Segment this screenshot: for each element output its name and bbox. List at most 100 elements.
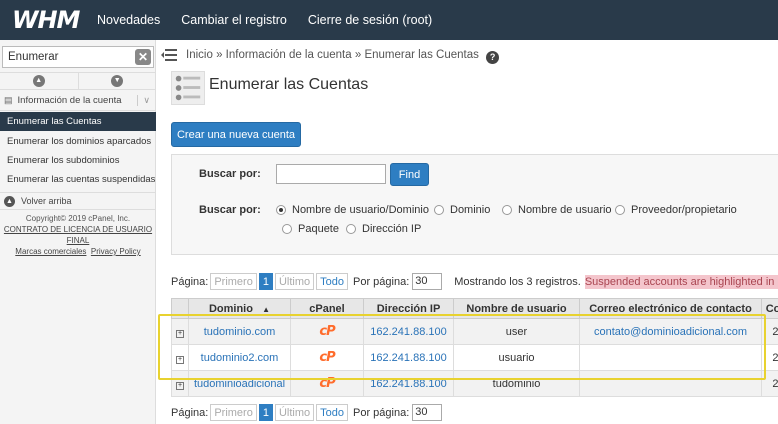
ip-link[interactable]: 162.241.88.100	[370, 352, 446, 364]
collapse-up-button[interactable]: ▲	[0, 73, 79, 89]
accounts-table: Dominio ▲ cPanel Dirección IP Nombre de …	[171, 298, 778, 397]
radio-package[interactable]: Paquete	[282, 223, 339, 235]
expand-icon[interactable]: +	[176, 329, 184, 338]
back-to-top-label: Volver arriba	[21, 196, 72, 206]
per-page-input[interactable]: 30	[412, 273, 443, 290]
nav-logout[interactable]: Cierre de sesión (root)	[308, 13, 432, 27]
radio-dot[interactable]	[282, 224, 292, 234]
menu-toggle-icon[interactable]	[161, 48, 177, 62]
pagination-label: Página:	[171, 406, 209, 419]
nav-novedades[interactable]: Novedades	[97, 13, 160, 27]
sidebar-search-input[interactable]	[3, 47, 128, 67]
username-cell: tudominio	[453, 370, 580, 397]
breadcrumb: Inicio » Información de la cuenta » Enum…	[186, 49, 500, 64]
breadcrumb-separator: »	[354, 49, 362, 61]
sidebar-footer: Copyright© 2019 cPanel, Inc. CONTRATO DE…	[0, 213, 156, 257]
nav-change-log[interactable]: Cambiar el registro	[181, 13, 287, 27]
col-domain[interactable]: Dominio ▲	[188, 298, 291, 319]
eula-link[interactable]: CONTRATO DE LICENCIA DE USUARIO FINAL	[4, 225, 152, 245]
username-cell: user	[453, 318, 580, 345]
help-icon[interactable]: ?	[486, 51, 500, 64]
radio-label: Dominio	[450, 204, 491, 216]
col-config[interactable]: Configu	[761, 298, 778, 319]
table-row: + tudominio2.com cP 162.241.88.100 usuar…	[171, 344, 778, 371]
search-label: Buscar por:	[199, 168, 261, 180]
sidebar-item-list-accounts[interactable]: Enumerar las Cuentas	[0, 112, 156, 131]
expand-icon[interactable]: +	[176, 381, 184, 390]
radio-label: Nombre de usuario/Dominio	[292, 204, 429, 216]
account-info-icon: ▤	[4, 95, 13, 105]
sort-asc-icon[interactable]: ▲	[262, 305, 270, 314]
clear-icon[interactable]: ✕	[135, 49, 151, 65]
sidebar-item-suspended-accounts[interactable]: Enumerar las cuentas suspendidas	[0, 170, 156, 189]
email-link[interactable]: contato@dominioadicional.com	[594, 326, 747, 338]
radio-dot[interactable]	[434, 205, 444, 215]
domain-link[interactable]: tudominio2.com	[201, 352, 279, 364]
collapse-down-button[interactable]: ▼	[79, 73, 157, 89]
page-all-button[interactable]: Todo	[316, 273, 348, 290]
radio-dot[interactable]	[276, 205, 286, 215]
arrow-up-icon: ▲	[4, 195, 15, 207]
radio-label: Paquete	[298, 223, 339, 235]
radio-username[interactable]: Nombre de usuario	[502, 204, 612, 216]
breadcrumb-home[interactable]: Inicio	[186, 49, 213, 61]
table-row: + tudominio.com cP 162.241.88.100 user c…	[171, 318, 778, 345]
top-navbar: WHM Novedades Cambiar el registro Cierre…	[0, 0, 778, 40]
privacy-policy-link[interactable]: Privacy Policy	[91, 247, 141, 256]
sidebar-section-account-info[interactable]: ▤ Información de la cuenta ∨	[0, 91, 156, 111]
pagination-top: Página: Primero 1 Último Todo Por página…	[171, 273, 778, 290]
sidebar-section-label: Información de la cuenta	[17, 95, 122, 106]
ip-link[interactable]: 162.241.88.100	[370, 378, 446, 390]
setup-date-cell: 2019-	[761, 318, 778, 345]
sidebar: ✕ ▲ ▼ ▤ Información de la cuenta ∨ Enume…	[0, 40, 156, 424]
pagination-label: Página:	[171, 275, 209, 288]
page-last-button[interactable]: Último	[274, 404, 315, 421]
radio-reseller-owner[interactable]: Proveedor/propietario	[615, 204, 737, 216]
page-first-button[interactable]: Primero	[210, 273, 257, 290]
breadcrumb-account-info[interactable]: Información de la cuenta	[226, 49, 352, 61]
page-last-button[interactable]: Último	[274, 273, 315, 290]
col-cpanel[interactable]: cPanel	[290, 298, 364, 319]
page-current-button[interactable]: 1	[258, 404, 273, 421]
whm-logo[interactable]: WHM	[12, 6, 97, 34]
cpanel-icon[interactable]: cP	[319, 376, 335, 391]
chevron-down-icon: ▼	[111, 75, 124, 87]
domain-link[interactable]: tudominio.com	[204, 326, 276, 338]
per-page-input[interactable]: 30	[412, 404, 443, 421]
col-domain-label: Dominio	[208, 302, 253, 315]
page-current-button[interactable]: 1	[258, 273, 273, 290]
per-page-label: Por página:	[352, 406, 410, 419]
search-query-input[interactable]	[276, 164, 386, 184]
radio-dot[interactable]	[615, 205, 625, 215]
sidebar-search: ✕	[2, 46, 154, 68]
page-all-button[interactable]: Todo	[316, 404, 348, 421]
radio-username-domain[interactable]: Nombre de usuario/Dominio	[276, 204, 429, 216]
radio-dot[interactable]	[346, 224, 356, 234]
sidebar-item-subdomains[interactable]: Enumerar los subdominios	[0, 151, 156, 170]
cpanel-icon[interactable]: cP	[319, 324, 335, 339]
radio-label: Nombre de usuario	[518, 204, 612, 216]
radio-ip-address[interactable]: Dirección IP	[346, 223, 421, 235]
back-to-top[interactable]: ▲ Volver arriba	[0, 192, 156, 210]
table-row: + tudominioadicional cP 162.241.88.100 t…	[171, 370, 778, 397]
radio-dot[interactable]	[502, 205, 512, 215]
radio-domain[interactable]: Dominio	[434, 204, 490, 216]
copyright-text: Copyright© 2019 cPanel, Inc.	[25, 214, 131, 223]
col-email[interactable]: Correo electrónico de contacto	[579, 298, 762, 319]
trademarks-link[interactable]: Marcas comerciales	[15, 247, 86, 256]
ip-link[interactable]: 162.241.88.100	[370, 326, 446, 338]
record-count: Mostrando los 3 registros.	[454, 275, 581, 288]
search-by-label: Buscar por:	[199, 204, 261, 216]
page-first-button[interactable]: Primero	[210, 404, 257, 421]
col-ip[interactable]: Dirección IP	[363, 298, 454, 319]
create-account-button[interactable]: Crear una nueva cuenta	[171, 122, 301, 147]
search-panel: Buscar por: Find Buscar por: Nombre de u…	[171, 154, 778, 255]
expand-icon[interactable]: +	[176, 355, 184, 364]
domain-link[interactable]: tudominioadicional	[194, 378, 285, 390]
sidebar-item-parked-domains[interactable]: Enumerar los dominios aparcados	[0, 132, 156, 151]
col-username[interactable]: Nombre de usuario	[453, 298, 580, 319]
chevron-down-icon[interactable]: ∨	[137, 95, 150, 106]
cpanel-icon[interactable]: cP	[319, 350, 335, 365]
page-title: Enumerar las Cuentas	[209, 76, 369, 93]
find-button[interactable]: Find	[390, 163, 429, 186]
